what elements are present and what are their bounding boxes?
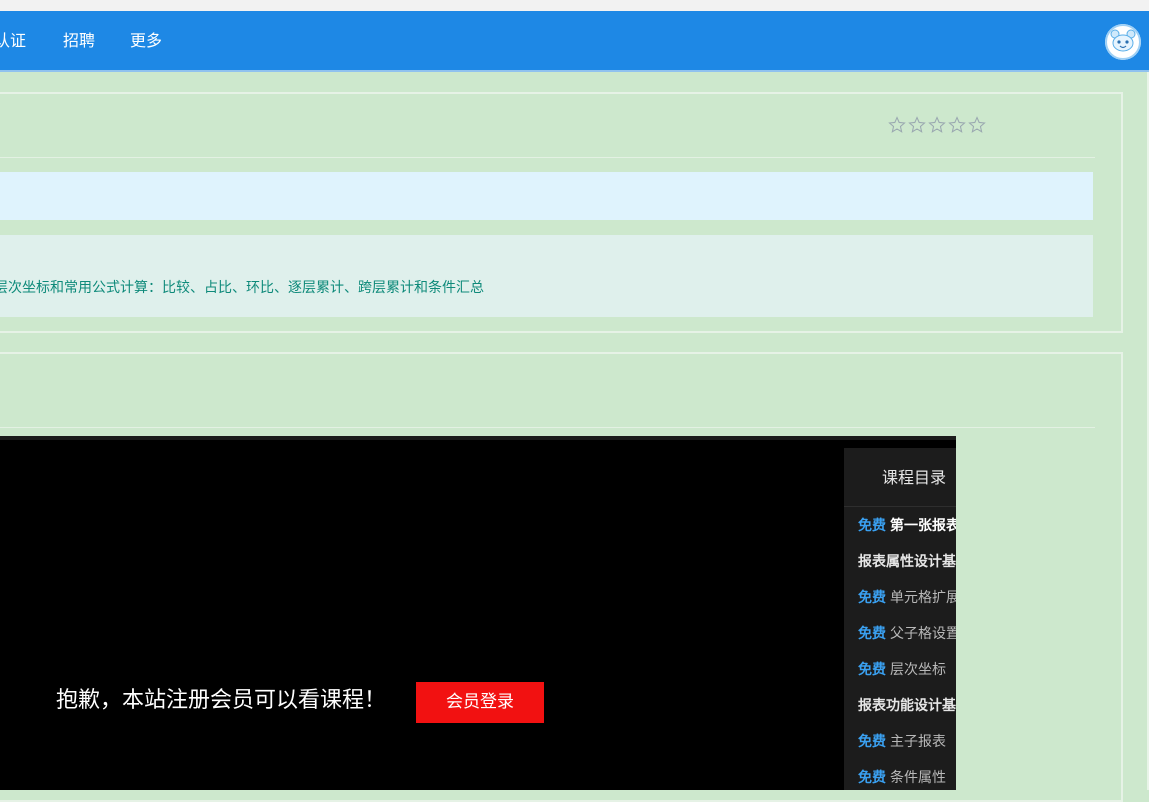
panel-divider bbox=[0, 157, 1095, 158]
course-catalog: 课程目录 免费第一张报表报表属性设计基础免费单元格扩展免费父子格设置免费层次坐标… bbox=[844, 448, 956, 790]
catalog-section-label: 报表功能设计基础 bbox=[858, 698, 956, 714]
catalog-section: 报表属性设计基础 bbox=[858, 544, 956, 580]
catalog-lesson-label: 条件属性 bbox=[890, 770, 946, 786]
catalog-lesson-item[interactable]: 免费 单元格扩展 bbox=[858, 580, 956, 616]
free-badge: 免费 bbox=[858, 626, 886, 642]
catalog-lesson-item[interactable]: 免费 主子报表 bbox=[858, 724, 956, 760]
catalog-section: 报表功能设计基础 bbox=[858, 688, 956, 724]
free-badge: 免费 bbox=[858, 662, 886, 678]
catalog-lesson-label: 层次坐标 bbox=[890, 662, 946, 678]
catalog-list: 免费第一张报表报表属性设计基础免费单元格扩展免费父子格设置免费层次坐标报表功能设… bbox=[858, 508, 956, 790]
members-only-notice: 抱歉，本站注册会员可以看课程！ bbox=[56, 688, 387, 713]
catalog-lesson-label: 第一张报表 bbox=[890, 518, 956, 534]
catalog-lesson-label: 主子报表 bbox=[890, 734, 946, 750]
nav-item-jobs[interactable]: 招聘 bbox=[63, 31, 95, 51]
avatar-mascot-icon bbox=[1105, 24, 1141, 60]
free-badge: 免费 bbox=[858, 518, 886, 534]
catalog-lesson-item[interactable]: 免费 父子格设置 bbox=[858, 616, 956, 652]
top-navbar: 认证 招聘 更多 bbox=[0, 11, 1149, 72]
free-badge: 免费 bbox=[858, 590, 886, 606]
nav-item-more[interactable]: 更多 bbox=[130, 31, 162, 51]
course-description: 层次坐标和常用公式计算：比较、占比、环比、逐层累计、跨层累计和条件汇总 bbox=[0, 280, 484, 296]
star-icon[interactable] bbox=[948, 116, 966, 134]
free-badge: 免费 bbox=[858, 770, 886, 786]
catalog-title: 课程目录 bbox=[844, 448, 956, 507]
star-icon[interactable] bbox=[968, 116, 986, 134]
panel-divider bbox=[0, 427, 1095, 428]
nav-item-certification[interactable]: 认证 bbox=[0, 31, 26, 51]
course-info-panel: 层次坐标和常用公式计算：比较、占比、环比、逐层累计、跨层累计和条件汇总 bbox=[0, 92, 1123, 333]
member-login-button[interactable]: 会员登录 bbox=[416, 682, 544, 723]
user-avatar[interactable] bbox=[1105, 24, 1141, 60]
player-top-border bbox=[0, 436, 956, 440]
catalog-lesson-item[interactable]: 免费 第一张报表 bbox=[858, 508, 956, 544]
free-badge: 免费 bbox=[858, 734, 886, 750]
course-description-box: 层次坐标和常用公式计算：比较、占比、环比、逐层累计、跨层累计和条件汇总 bbox=[0, 235, 1093, 317]
catalog-lesson-item[interactable]: 免费 条件属性 bbox=[858, 760, 956, 790]
browser-top-strip bbox=[0, 0, 1149, 11]
catalog-section-label: 报表属性设计基础 bbox=[858, 554, 956, 570]
star-icon[interactable] bbox=[908, 116, 926, 134]
catalog-lesson-label: 单元格扩展 bbox=[890, 590, 956, 606]
catalog-lesson-label: 父子格设置 bbox=[890, 626, 956, 642]
course-meta-bar bbox=[0, 172, 1093, 220]
video-player[interactable]: 抱歉，本站注册会员可以看课程！ 会员登录 课程目录 免费 第一张报表 报表属性设计基… bbox=[0, 436, 956, 790]
catalog-lesson-item[interactable]: 免费 层次坐标 bbox=[858, 652, 956, 688]
star-icon[interactable] bbox=[928, 116, 946, 134]
star-icon[interactable] bbox=[888, 116, 906, 134]
rating-stars[interactable] bbox=[888, 116, 986, 134]
